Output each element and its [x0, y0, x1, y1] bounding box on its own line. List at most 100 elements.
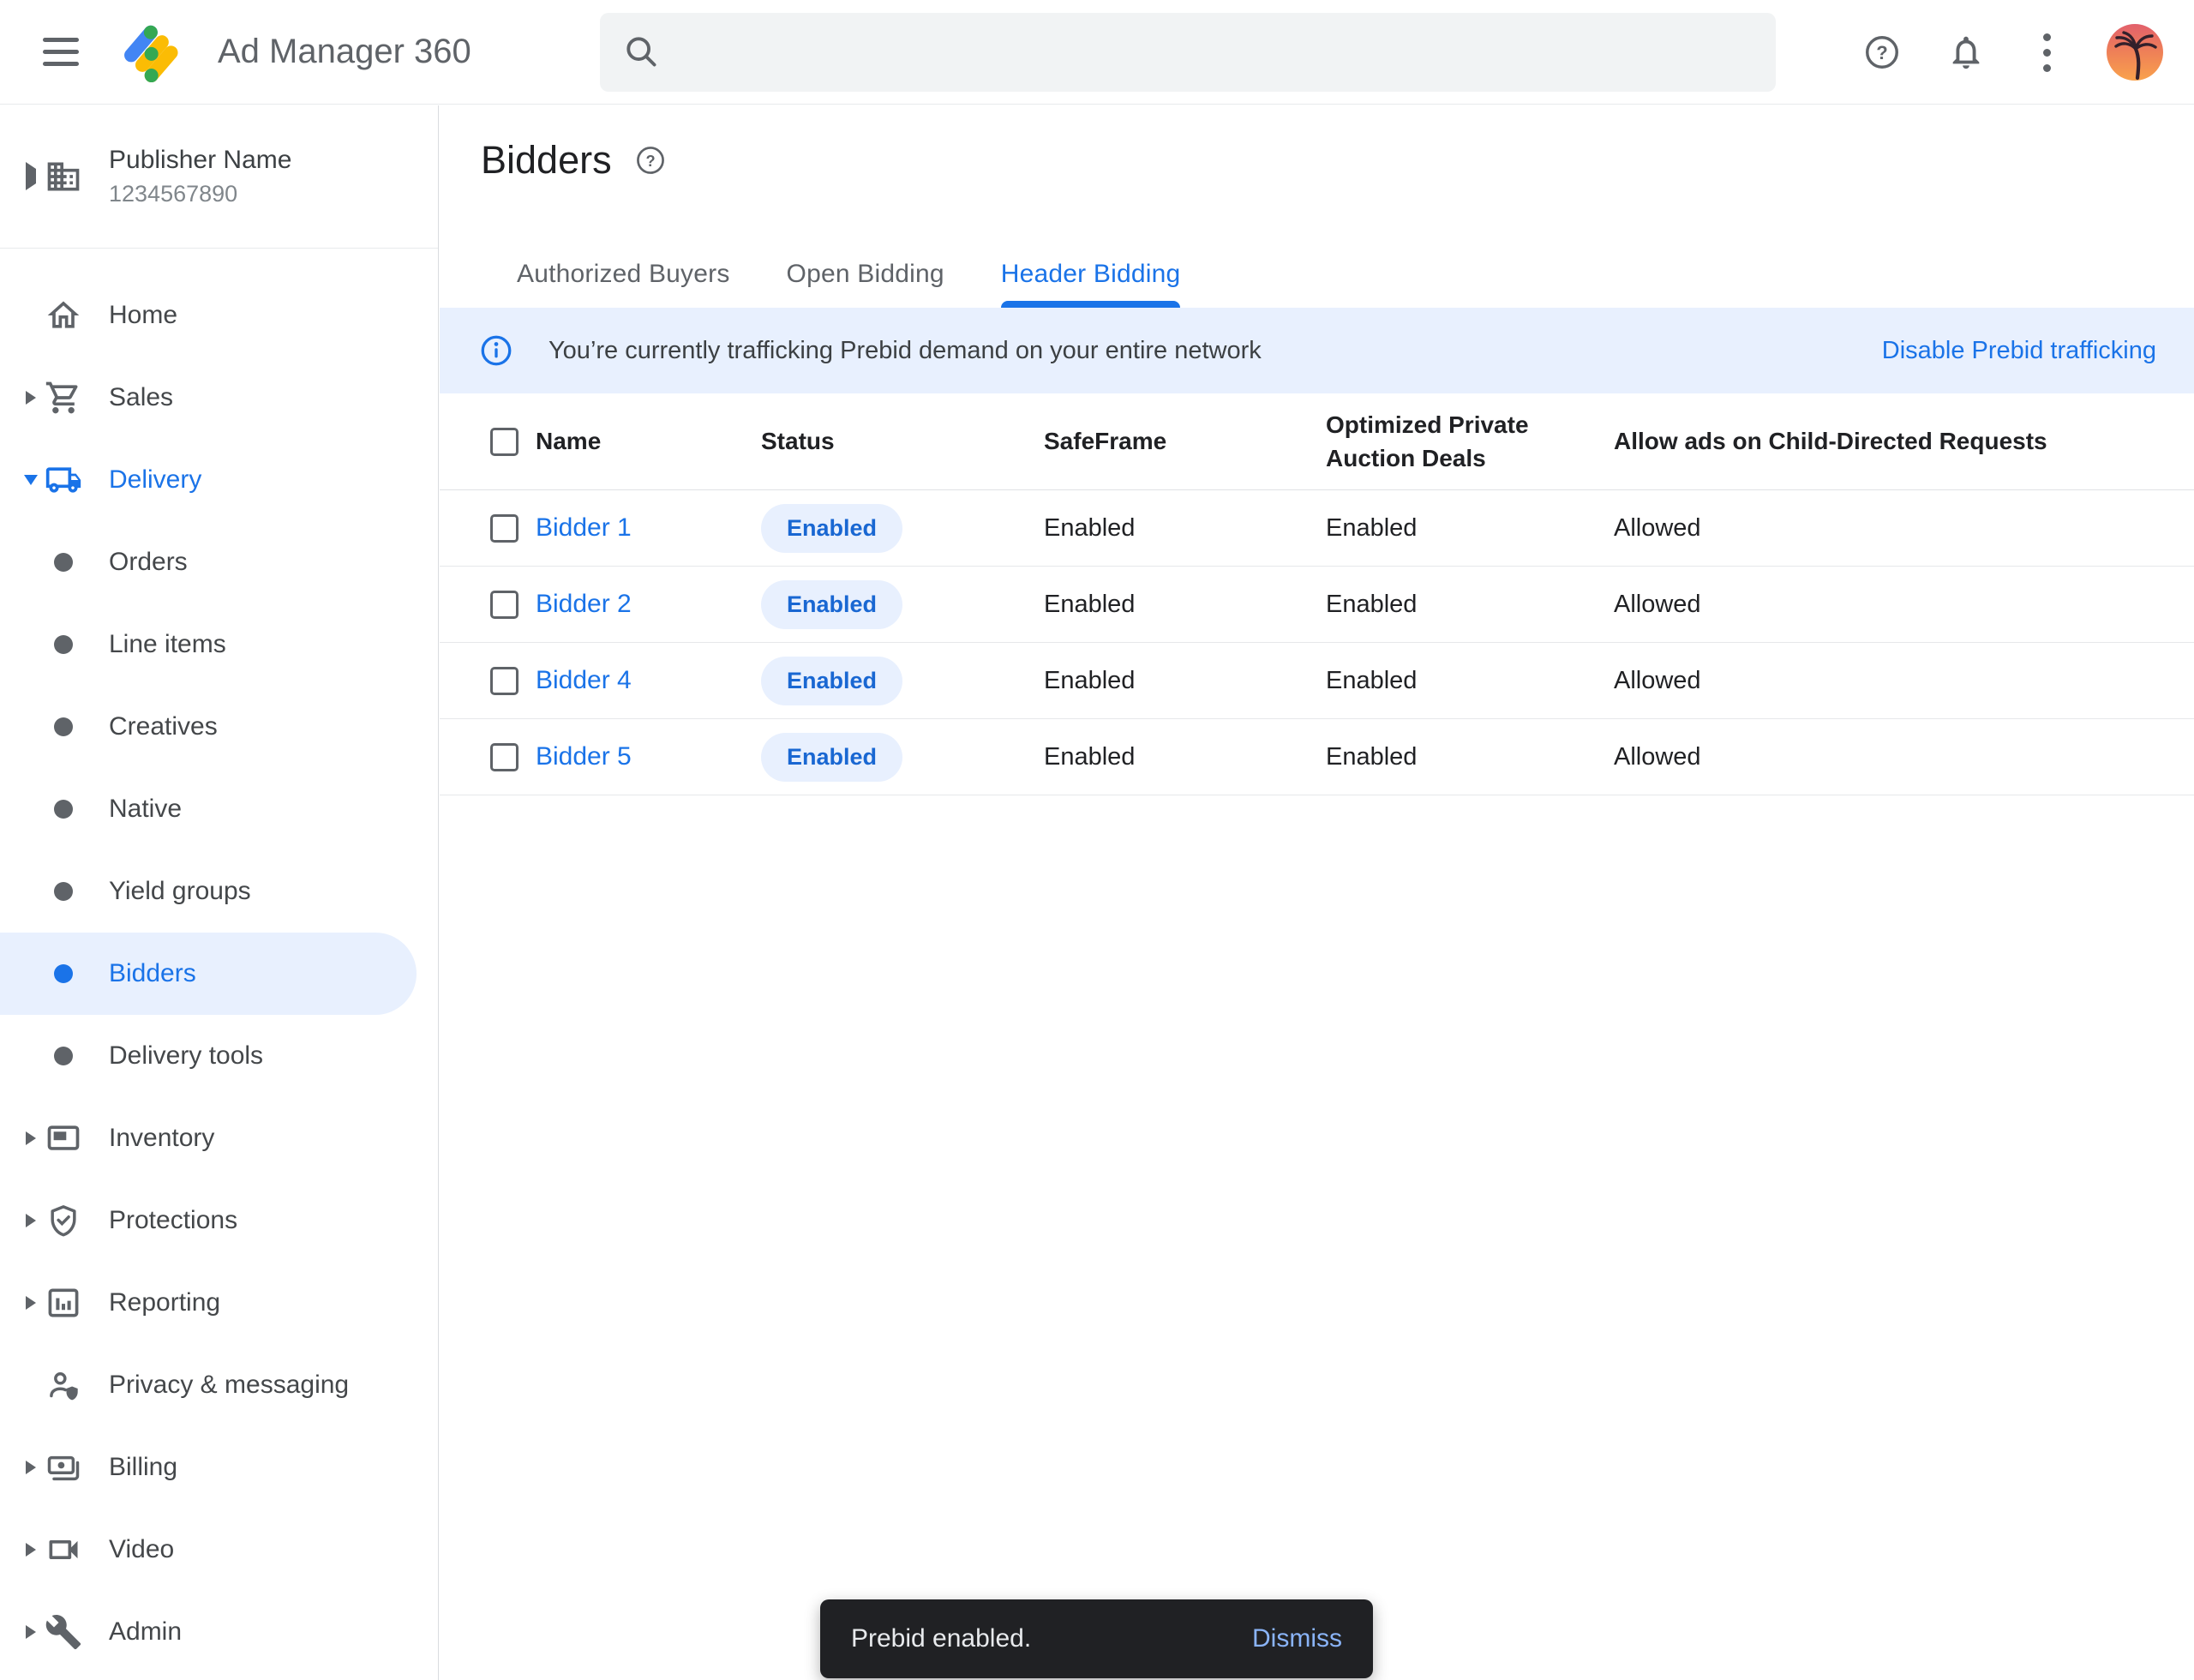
wrench-icon [45, 1613, 82, 1651]
row-checkbox[interactable] [490, 514, 519, 543]
private-auction-value: Enabled [1326, 514, 1614, 543]
bullet-icon [45, 543, 82, 581]
sidebar-item-privacy-messaging[interactable]: Privacy & messaging [0, 1344, 438, 1426]
sidebar-nav: Home Sales Delivery Orders Line items [0, 249, 438, 1673]
row-checkbox[interactable] [490, 667, 519, 695]
bidder-link[interactable]: Bidder 1 [536, 513, 632, 542]
bidder-link[interactable]: Bidder 2 [536, 590, 632, 618]
safeframe-value: Enabled [1044, 667, 1326, 695]
sidebar-item-billing[interactable]: Billing [0, 1426, 438, 1509]
publisher-name: Publisher Name [109, 146, 291, 175]
sidebar-item-orders[interactable]: Orders [0, 521, 438, 603]
child-directed-value: Allowed [1614, 667, 2194, 695]
column-header-safeframe: SafeFrame [1044, 424, 1326, 458]
sidebar-item-inventory[interactable]: Inventory [0, 1097, 438, 1179]
bullet-icon [45, 1037, 82, 1075]
sidebar-item-delivery[interactable]: Delivery [0, 439, 438, 521]
payments-icon [45, 1449, 82, 1486]
row-checkbox[interactable] [490, 591, 519, 619]
dismiss-button[interactable]: Dismiss [1252, 1624, 1342, 1653]
table-row: Bidder 5 Enabled Enabled Enabled Allowed [440, 719, 2194, 795]
column-header-optimized-private-auction-deals: Optimized Private Auction Deals [1326, 408, 1614, 475]
sidebar-item-label: Video [109, 1535, 174, 1564]
bidders-table: Name Status SafeFrame Optimized Private … [440, 393, 2194, 795]
publisher-selector[interactable]: Publisher Name 1234567890 [0, 105, 438, 249]
sidebar-item-admin[interactable]: Admin [0, 1591, 438, 1673]
search-input[interactable] [682, 18, 1755, 87]
main-content: Bidders ? Authorized Buyers Open Bidding… [440, 105, 2194, 1680]
sidebar-item-home[interactable]: Home [0, 274, 438, 357]
private-auction-value: Enabled [1326, 743, 1614, 771]
publisher-id: 1234567890 [109, 181, 291, 207]
disable-prebid-trafficking-link[interactable]: Disable Prebid trafficking [1882, 337, 2156, 365]
menu-icon[interactable] [43, 33, 81, 72]
app-title: Ad Manager 360 [218, 33, 471, 71]
safeframe-value: Enabled [1044, 514, 1326, 543]
cart-icon [45, 379, 82, 417]
topbar-actions: ? [1861, 0, 2163, 105]
page-header: Bidders ? [481, 138, 2194, 183]
tab-open-bidding[interactable]: Open Bidding [787, 260, 944, 308]
status-badge: Enabled [761, 733, 902, 782]
sidebar-item-video[interactable]: Video [0, 1509, 438, 1591]
sidebar-item-label: Home [109, 301, 177, 330]
svg-text:?: ? [1876, 42, 1887, 63]
more-options-icon[interactable] [2029, 33, 2064, 72]
shield-check-icon [45, 1202, 82, 1239]
bullet-icon [45, 955, 82, 993]
sidebar-item-protections[interactable]: Protections [0, 1179, 438, 1262]
top-app-bar: Ad Manager 360 ? [0, 0, 2194, 105]
child-directed-value: Allowed [1614, 743, 2194, 771]
sidebar-item-line-items[interactable]: Line items [0, 603, 438, 686]
ad-manager-logo-icon [120, 18, 192, 87]
sidebar-item-label: Privacy & messaging [109, 1371, 349, 1400]
search-icon [622, 33, 662, 72]
tab-authorized-buyers[interactable]: Authorized Buyers [517, 260, 730, 308]
page-help-icon[interactable]: ? [634, 144, 667, 177]
sidebar-item-label: Billing [109, 1453, 177, 1482]
bidder-link[interactable]: Bidder 4 [536, 666, 632, 694]
sidebar-item-label: Delivery [109, 465, 201, 495]
privacy-user-shield-icon [45, 1366, 82, 1404]
snackbar: Prebid enabled. Dismiss [820, 1599, 1373, 1678]
sidebar-item-label: Native [109, 795, 182, 824]
search-bar[interactable] [600, 13, 1776, 92]
safeframe-value: Enabled [1044, 743, 1326, 771]
help-icon[interactable]: ? [1861, 32, 1903, 73]
sidebar-item-reporting[interactable]: Reporting [0, 1262, 438, 1344]
expand-right-icon [26, 169, 36, 184]
sidebar-item-yield-groups[interactable]: Yield groups [0, 850, 438, 933]
status-badge: Enabled [761, 657, 902, 705]
building-icon [45, 158, 82, 195]
sidebar-item-sales[interactable]: Sales [0, 357, 438, 439]
table-header-row: Name Status SafeFrame Optimized Private … [440, 393, 2194, 490]
sidebar-item-creatives[interactable]: Creatives [0, 686, 438, 768]
select-all-checkbox[interactable] [490, 428, 519, 456]
status-badge: Enabled [761, 580, 902, 629]
expand-right-icon [25, 391, 37, 405]
child-directed-value: Allowed [1614, 514, 2194, 543]
tab-header-bidding[interactable]: Header Bidding [1001, 260, 1181, 308]
expand-right-icon [25, 1131, 37, 1145]
sidebar-item-delivery-tools[interactable]: Delivery tools [0, 1015, 438, 1097]
sidebar-item-label: Line items [109, 630, 226, 659]
bullet-icon [45, 790, 82, 828]
column-header-child-directed: Allow ads on Child-Directed Requests [1614, 424, 2194, 458]
bullet-icon [45, 626, 82, 663]
column-header-status: Status [761, 424, 1044, 458]
table-row: Bidder 2 Enabled Enabled Enabled Allowed [440, 567, 2194, 643]
collapse-down-icon [25, 475, 37, 485]
row-checkbox[interactable] [490, 743, 519, 771]
expand-right-icon [25, 1625, 37, 1639]
avatar[interactable] [2107, 24, 2163, 81]
ad-unit-icon [45, 1119, 82, 1157]
expand-right-icon [25, 1214, 37, 1227]
sidebar-item-label: Bidders [109, 959, 196, 988]
sidebar-item-bidders[interactable]: Bidders [0, 933, 438, 1015]
bullet-icon [45, 873, 82, 910]
banner-message: You’re currently trafficking Prebid dema… [548, 337, 1262, 365]
sidebar-item-native[interactable]: Native [0, 768, 438, 850]
bidder-link[interactable]: Bidder 5 [536, 742, 632, 771]
notifications-bell-icon[interactable] [1945, 32, 1987, 73]
sidebar-item-label: Inventory [109, 1124, 214, 1153]
